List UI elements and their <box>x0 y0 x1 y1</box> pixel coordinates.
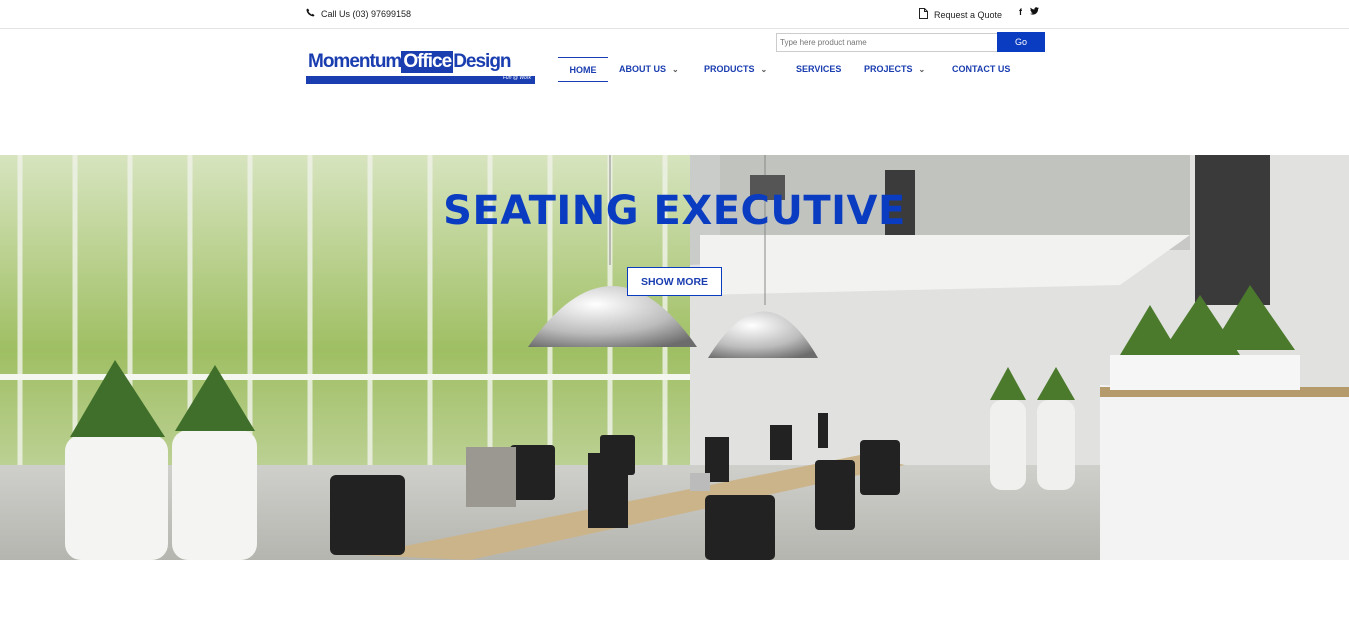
logo[interactable]: Momentum Office Design Fun @ Work <box>306 51 535 84</box>
chevron-down-icon: ⌄ <box>918 65 926 74</box>
nav-projects[interactable]: PROJECTS ⌄ <box>864 57 925 82</box>
logo-text: Momentum Office Design <box>308 51 512 73</box>
chevron-down-icon: ⌄ <box>760 65 768 74</box>
request-quote-link[interactable]: Request a Quote <box>919 8 1002 21</box>
document-icon <box>919 8 928 21</box>
hero-title: SEATING EXECUTIVE <box>443 188 906 234</box>
nav-services-label: SERVICES <box>796 64 842 74</box>
call-us[interactable]: Call Us (03) 97699158 <box>306 8 411 19</box>
nav-products[interactable]: PRODUCTS ⌄ <box>704 57 767 82</box>
logo-word-design: Design <box>453 51 511 72</box>
show-more-button[interactable]: SHOW MORE <box>627 267 722 296</box>
social-links: f <box>1019 7 1039 17</box>
product-search-input[interactable] <box>776 33 999 52</box>
nav-home[interactable]: HOME <box>558 57 608 82</box>
nav-home-label: HOME <box>569 65 597 75</box>
twitter-icon[interactable] <box>1030 7 1039 17</box>
facebook-icon[interactable]: f <box>1019 7 1022 17</box>
call-us-text: Call Us (03) 97699158 <box>321 8 412 19</box>
top-bar: Call Us (03) 97699158 Request a Quote f <box>0 0 1349 29</box>
nav-projects-label: PROJECTS <box>864 64 913 74</box>
search-go-button[interactable]: Go <box>997 32 1045 52</box>
nav-services[interactable]: SERVICES <box>796 57 841 82</box>
nav-about-us[interactable]: ABOUT US ⌄ <box>619 57 679 82</box>
nav-about-us-label: ABOUT US <box>619 64 666 74</box>
nav-contact-us-label: CONTACT US <box>952 64 1011 74</box>
chevron-down-icon: ⌄ <box>672 65 679 74</box>
phone-icon <box>306 8 315 19</box>
logo-word-office: Office <box>401 51 454 73</box>
logo-bar <box>306 76 535 84</box>
logo-word-momentum: Momentum <box>308 51 402 72</box>
logo-tagline: Fun @ Work <box>502 75 531 81</box>
nav-products-label: PRODUCTS <box>704 64 755 74</box>
request-quote-text: Request a Quote <box>934 9 1003 20</box>
nav-contact-us[interactable]: CONTACT US <box>952 57 1010 82</box>
